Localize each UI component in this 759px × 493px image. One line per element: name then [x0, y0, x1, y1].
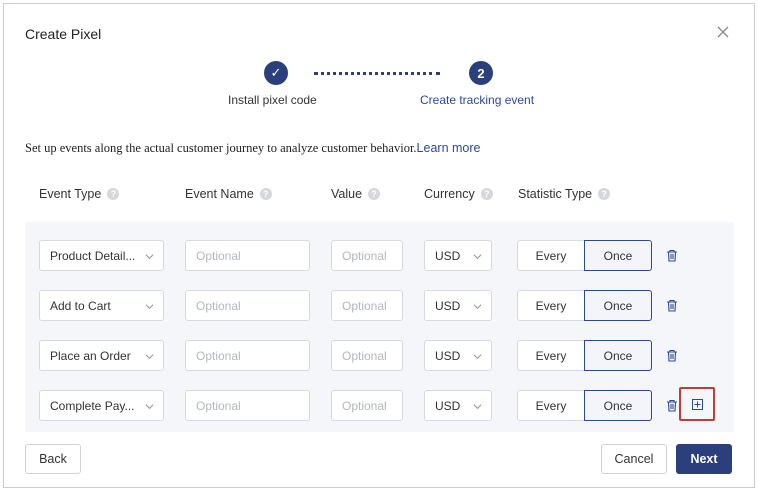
- header-label: Event Type: [39, 187, 102, 201]
- close-icon[interactable]: [716, 25, 730, 39]
- events-panel: Product Detail... Optional Optional USD …: [25, 222, 734, 432]
- currency-select[interactable]: USD: [424, 290, 492, 321]
- currency-value: USD: [435, 298, 461, 313]
- currency-select[interactable]: USD: [424, 340, 492, 371]
- plus-square-icon: [691, 398, 703, 410]
- intro-text: Set up events along the actual customer …: [25, 141, 480, 156]
- intro-description: Set up events along the actual customer …: [25, 141, 417, 155]
- event-type-value: Add to Cart: [50, 298, 111, 313]
- currency-value: USD: [435, 398, 461, 413]
- help-icon[interactable]: ?: [368, 188, 381, 200]
- event-row: Product Detail... Optional Optional USD …: [25, 240, 734, 272]
- value-input[interactable]: Optional: [331, 240, 403, 271]
- create-pixel-dialog: Create Pixel ✓ 2 Install pixel code Crea…: [3, 3, 755, 488]
- event-row: Place an Order Optional Optional USD Eve…: [25, 340, 734, 372]
- help-icon[interactable]: ?: [480, 188, 493, 200]
- statistic-once-button[interactable]: Once: [584, 340, 652, 371]
- header-event-type: Event Type?: [39, 187, 120, 201]
- event-type-value: Complete Pay...: [50, 398, 135, 413]
- event-type-select[interactable]: Product Detail...: [39, 240, 164, 271]
- next-button[interactable]: Next: [676, 444, 732, 474]
- header-statistic-type: Statistic Type?: [518, 187, 611, 201]
- stepper-connector: [314, 72, 440, 75]
- chevron-down-icon: [145, 304, 154, 310]
- statistic-every-button[interactable]: Every: [517, 240, 585, 271]
- cancel-button[interactable]: Cancel: [601, 444, 667, 474]
- event-name-input[interactable]: Optional: [185, 240, 310, 271]
- header-label: Statistic Type: [518, 187, 593, 201]
- chevron-down-icon: [473, 254, 482, 260]
- event-type-select[interactable]: Add to Cart: [39, 290, 164, 321]
- trash-icon[interactable]: [666, 299, 678, 312]
- statistic-once-button[interactable]: Once: [584, 390, 652, 421]
- value-input[interactable]: Optional: [331, 340, 403, 371]
- help-icon[interactable]: ?: [107, 188, 120, 200]
- statistic-every-button[interactable]: Every: [517, 390, 585, 421]
- trash-icon[interactable]: [666, 349, 678, 362]
- dialog-title: Create Pixel: [25, 26, 102, 42]
- add-event-button[interactable]: [679, 387, 715, 421]
- back-button[interactable]: Back: [25, 444, 81, 474]
- header-label: Currency: [424, 187, 475, 201]
- event-name-input[interactable]: Optional: [185, 340, 310, 371]
- chevron-down-icon: [473, 304, 482, 310]
- step-2-label: Create tracking event: [420, 93, 535, 107]
- header-label: Event Name: [185, 187, 254, 201]
- event-type-select[interactable]: Place an Order: [39, 340, 164, 371]
- statistic-every-button[interactable]: Every: [517, 290, 585, 321]
- statistic-every-button[interactable]: Every: [517, 340, 585, 371]
- chevron-down-icon: [473, 404, 482, 410]
- chevron-down-icon: [145, 254, 154, 260]
- help-icon[interactable]: ?: [259, 188, 272, 200]
- header-event-name: Event Name?: [185, 187, 272, 201]
- event-name-input[interactable]: Optional: [185, 390, 310, 421]
- step-1-label: Install pixel code: [228, 93, 317, 107]
- trash-icon[interactable]: [666, 249, 678, 262]
- chevron-down-icon: [145, 404, 154, 410]
- event-type-value: Place an Order: [50, 348, 131, 363]
- currency-select[interactable]: USD: [424, 240, 492, 271]
- currency-value: USD: [435, 348, 461, 363]
- value-input[interactable]: Optional: [331, 290, 403, 321]
- help-icon[interactable]: ?: [598, 188, 611, 200]
- event-type-value: Product Detail...: [50, 248, 136, 263]
- chevron-down-icon: [473, 354, 482, 360]
- event-row: Complete Pay... Optional Optional USD Ev…: [25, 390, 734, 422]
- value-input[interactable]: Optional: [331, 390, 403, 421]
- currency-select[interactable]: USD: [424, 390, 492, 421]
- event-type-select[interactable]: Complete Pay...: [39, 390, 164, 421]
- currency-value: USD: [435, 248, 461, 263]
- chevron-down-icon: [145, 354, 154, 360]
- learn-more-link[interactable]: Learn more: [417, 141, 481, 155]
- trash-icon[interactable]: [666, 399, 678, 412]
- event-row: Add to Cart Optional Optional USD Every …: [25, 290, 734, 322]
- step-1-check-icon: ✓: [264, 61, 288, 85]
- header-currency: Currency?: [424, 187, 493, 201]
- step-2-number: 2: [469, 61, 493, 85]
- header-label: Value: [331, 187, 363, 201]
- statistic-once-button[interactable]: Once: [584, 290, 652, 321]
- header-value: Value?: [331, 187, 381, 201]
- statistic-once-button[interactable]: Once: [584, 240, 652, 271]
- event-name-input[interactable]: Optional: [185, 290, 310, 321]
